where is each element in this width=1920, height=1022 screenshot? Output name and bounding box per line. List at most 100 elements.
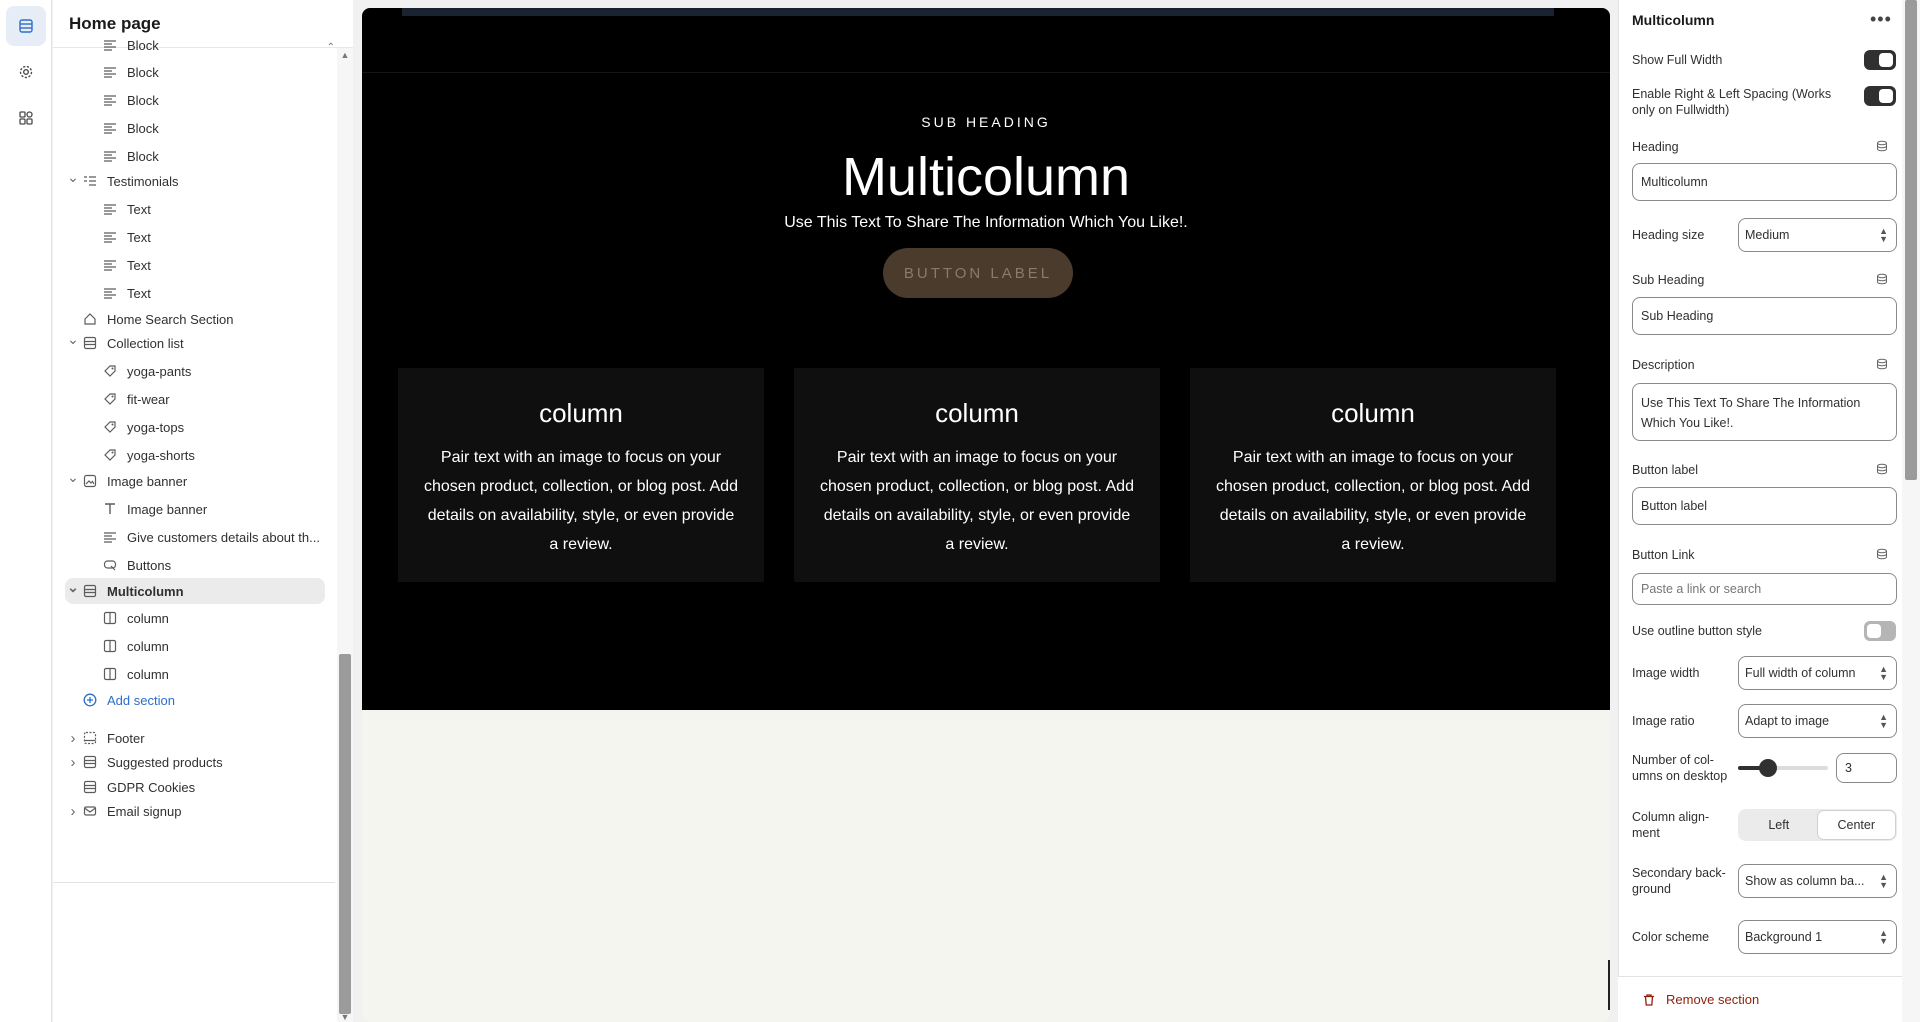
dynamic-source-icon[interactable] [1876,548,1888,560]
color-scheme-select[interactable]: Background 1 ▲ ▼ [1738,920,1897,954]
sidebar-item[interactable]: ⌄ Collection list [65,330,325,356]
sidebar-item[interactable]: › Suggested products [65,749,325,775]
sidebar-item[interactable]: › Footer [65,725,325,751]
select-caret-icon: ▲ ▼ [1879,664,1888,682]
sidebar-item[interactable]: column [65,605,325,631]
more-icon[interactable]: ••• [1870,9,1892,30]
tag-icon [101,419,119,435]
sidebar-item[interactable]: Block [65,59,325,85]
align-center-option[interactable]: Center [1817,811,1895,839]
dynamic-source-icon[interactable] [1876,358,1888,370]
show-full-width-toggle[interactable] [1864,50,1896,70]
sidebar-item[interactable]: Text [65,280,325,306]
sidebar-item[interactable]: yoga-pants [65,358,325,384]
sidebar-item[interactable]: ⌄ Image banner [65,468,325,494]
column-card[interactable]: column Pair text with an image to focus … [794,368,1160,582]
sidebar-item-label: Text [127,257,151,273]
chevron-down-icon[interactable]: ⌄ [65,579,81,596]
chevron-down-icon[interactable]: ⌄ [65,331,81,348]
columns-slider[interactable] [1738,766,1828,770]
enable-spacing-toggle[interactable] [1864,86,1896,106]
sidebar-item-label: fit-wear [127,391,170,407]
sidebar-item-label: Multicolumn [107,583,184,599]
trash-icon [1644,993,1654,1006]
sidebar-scrollbar[interactable]: ▲ ▼ [337,48,353,1022]
section-button[interactable]: BUTTON LABEL [883,248,1073,298]
sidebar-item-label: GDPR Cookies [107,779,196,795]
collapse-chevron-icon[interactable]: ⌃ [327,42,335,53]
button-link-input[interactable]: Paste a link or search [1632,573,1897,605]
sidebar-item[interactable]: Block [65,87,325,113]
sections-icon[interactable] [6,6,46,46]
sidebar-item-label: Collection list [107,335,184,351]
sidebar-item[interactable]: fit-wear [65,386,325,412]
chevron-down-icon[interactable]: ⌄ [65,469,81,486]
sidebar-item-label: Footer [107,730,145,746]
secondary-background-select[interactable]: Show as column ba... ▲ ▼ [1738,864,1897,898]
heading-input[interactable]: Multicolumn [1632,163,1897,201]
image-ratio-select[interactable]: Adapt to image ▲ ▼ [1738,704,1897,738]
sidebar-item[interactable]: yoga-shorts [65,442,325,468]
multicolumn-section[interactable]: SUB HEADING Multicolumn Use This Text To… [362,8,1610,710]
sidebar-item[interactable]: yoga-tops [65,414,325,440]
sidebar-item-label: yoga-tops [127,419,185,435]
dynamic-source-icon[interactable] [1876,463,1888,475]
remove-section-button[interactable]: Remove section [1642,992,1759,1007]
sidebar-item[interactable]: Image banner [65,496,325,522]
column-title: column [539,398,623,428]
chevron-right-icon[interactable]: › [65,754,81,771]
scrollbar-thumb[interactable] [1905,0,1917,480]
sub-heading-input[interactable]: Sub Heading [1632,297,1897,335]
sidebar-item-label: Text [127,201,151,217]
outline-button-toggle[interactable] [1864,621,1896,641]
add-section-button[interactable]: Add section [65,687,325,713]
sidebar-item[interactable]: Block [65,32,325,58]
button-label-input[interactable]: Button label [1632,487,1897,525]
section-sidebar: Home page Block Block Block Block Block ⌄ Test… [53,0,353,1022]
chevron-right-icon[interactable]: › [65,803,81,820]
panel-scrollbar[interactable] [1902,0,1920,1022]
sidebar-item[interactable]: column [65,633,325,659]
sidebar-item[interactable]: GDPR Cookies [65,774,325,800]
button-icon [101,557,119,573]
dynamic-source-icon[interactable] [1876,140,1888,152]
heading-size-select[interactable]: Medium ▲ ▼ [1738,218,1897,252]
column-text: Pair text with an image to focus on your… [1216,449,1530,553]
sidebar-item[interactable]: Text [65,224,325,250]
remove-section-label: Remove section [1666,992,1760,1007]
column-card[interactable]: column Pair text with an image to focus … [1190,368,1556,582]
dynamic-source-icon[interactable] [1876,273,1888,285]
sidebar-item-label: yoga-shorts [127,447,195,463]
sidebar-item[interactable]: Block [65,115,325,141]
scrollbar-thumb[interactable] [339,654,351,1014]
sidebar-item[interactable]: Buttons [65,552,325,578]
sidebar-item[interactable]: Give customers details about th... [65,524,325,550]
chevron-right-icon[interactable]: › [65,730,81,747]
show-full-width-label: Show Full Width [1632,53,1723,67]
gear-icon[interactable] [6,52,46,92]
slider-handle[interactable] [1758,759,1777,777]
sidebar-item[interactable]: column [65,661,325,687]
sidebar-item[interactable]: Block [65,143,325,169]
icon-rail [0,0,52,1022]
scroll-down-icon[interactable]: ▼ [337,1012,353,1022]
sidebar-item[interactable]: Text [65,196,325,222]
sidebar-item[interactable]: › Email signup [65,798,325,824]
secondary-background-label: Secondary back-ground [1632,866,1726,896]
sidebar-item[interactable]: ⌄ Testimonials [65,168,325,194]
sub-heading: SUB HEADING [921,114,1051,130]
sidebar-item-label: column [127,666,169,682]
column-card[interactable]: column Pair text with an image to focus … [398,368,764,582]
apps-icon[interactable] [6,98,46,138]
sidebar-item[interactable]: Home Search Section [65,306,325,332]
columns-number-input[interactable]: 3 [1836,753,1897,783]
scroll-up-icon[interactable]: ▲ [337,50,353,60]
chevron-down-icon[interactable]: ⌄ [65,169,81,186]
sidebar-item[interactable]: ⌄ Multicolumn [65,578,325,604]
theme-preview: SUB HEADING Multicolumn Use This Text To… [362,8,1610,1022]
align-left-option[interactable]: Left [1740,811,1818,839]
image-width-select[interactable]: Full width of column ▲ ▼ [1738,656,1897,690]
description-input[interactable]: Use This Text To Share The Information W… [1632,383,1897,441]
sidebar-item[interactable]: Text [65,252,325,278]
sidebar-item-label: Block [127,148,159,164]
